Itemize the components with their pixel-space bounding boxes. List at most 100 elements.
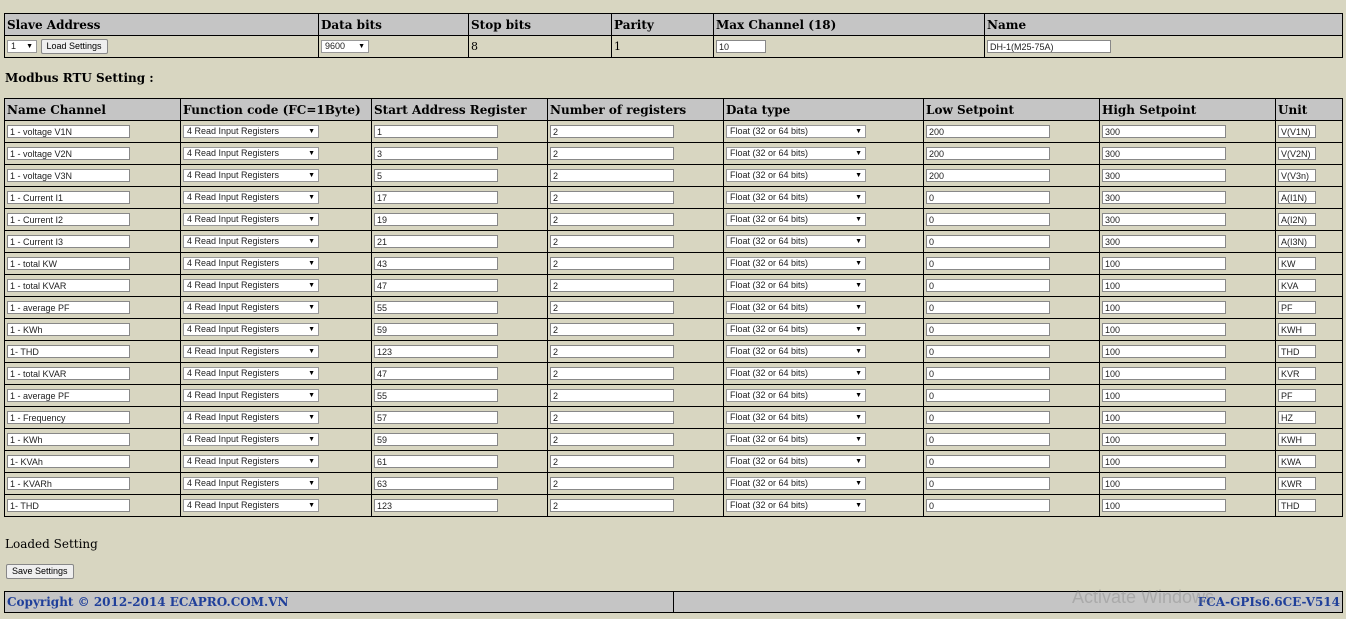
function-code-select[interactable]: 4 Read Input Registers ▼	[183, 301, 319, 315]
unit-input[interactable]	[1278, 125, 1316, 139]
high-setpoint-input[interactable]	[1102, 279, 1226, 293]
unit-input[interactable]	[1278, 301, 1316, 315]
start-address-input[interactable]	[374, 455, 498, 469]
channel-name-input[interactable]	[7, 345, 130, 359]
data-type-select[interactable]: Float (32 or 64 bits) ▼	[726, 323, 866, 337]
high-setpoint-input[interactable]	[1102, 169, 1226, 183]
channel-name-input[interactable]	[7, 257, 130, 271]
low-setpoint-input[interactable]	[926, 477, 1050, 491]
channel-name-input[interactable]	[7, 323, 130, 337]
low-setpoint-input[interactable]	[926, 455, 1050, 469]
register-count-input[interactable]	[550, 301, 674, 315]
function-code-select[interactable]: 4 Read Input Registers ▼	[183, 411, 319, 425]
start-address-input[interactable]	[374, 411, 498, 425]
register-count-input[interactable]	[550, 345, 674, 359]
high-setpoint-input[interactable]	[1102, 367, 1226, 381]
function-code-select[interactable]: 4 Read Input Registers ▼	[183, 257, 319, 271]
high-setpoint-input[interactable]	[1102, 499, 1226, 513]
unit-input[interactable]	[1278, 455, 1316, 469]
start-address-input[interactable]	[374, 191, 498, 205]
slave-address-select[interactable]: 1 ▼	[7, 40, 37, 53]
channel-name-input[interactable]	[7, 235, 130, 249]
function-code-select[interactable]: 4 Read Input Registers ▼	[183, 323, 319, 337]
register-count-input[interactable]	[550, 257, 674, 271]
low-setpoint-input[interactable]	[926, 191, 1050, 205]
function-code-select[interactable]: 4 Read Input Registers ▼	[183, 477, 319, 491]
unit-input[interactable]	[1278, 147, 1316, 161]
low-setpoint-input[interactable]	[926, 257, 1050, 271]
data-type-select[interactable]: Float (32 or 64 bits) ▼	[726, 367, 866, 381]
unit-input[interactable]	[1278, 411, 1316, 425]
data-type-select[interactable]: Float (32 or 64 bits) ▼	[726, 301, 866, 315]
high-setpoint-input[interactable]	[1102, 147, 1226, 161]
channel-name-input[interactable]	[7, 191, 130, 205]
register-count-input[interactable]	[550, 389, 674, 403]
data-type-select[interactable]: Float (32 or 64 bits) ▼	[726, 455, 866, 469]
high-setpoint-input[interactable]	[1102, 345, 1226, 359]
unit-input[interactable]	[1278, 345, 1316, 359]
register-count-input[interactable]	[550, 499, 674, 513]
unit-input[interactable]	[1278, 213, 1316, 227]
low-setpoint-input[interactable]	[926, 213, 1050, 227]
channel-name-input[interactable]	[7, 213, 130, 227]
register-count-input[interactable]	[550, 125, 674, 139]
register-count-input[interactable]	[550, 169, 674, 183]
start-address-input[interactable]	[374, 147, 498, 161]
start-address-input[interactable]	[374, 213, 498, 227]
data-type-select[interactable]: Float (32 or 64 bits) ▼	[726, 191, 866, 205]
data-type-select[interactable]: Float (32 or 64 bits) ▼	[726, 235, 866, 249]
function-code-select[interactable]: 4 Read Input Registers ▼	[183, 125, 319, 139]
unit-input[interactable]	[1278, 433, 1316, 447]
channel-name-input[interactable]	[7, 147, 130, 161]
low-setpoint-input[interactable]	[926, 499, 1050, 513]
start-address-input[interactable]	[374, 499, 498, 513]
high-setpoint-input[interactable]	[1102, 235, 1226, 249]
channel-name-input[interactable]	[7, 169, 130, 183]
channel-name-input[interactable]	[7, 411, 130, 425]
low-setpoint-input[interactable]	[926, 235, 1050, 249]
unit-input[interactable]	[1278, 279, 1316, 293]
register-count-input[interactable]	[550, 455, 674, 469]
data-type-select[interactable]: Float (32 or 64 bits) ▼	[726, 257, 866, 271]
register-count-input[interactable]	[550, 323, 674, 337]
unit-input[interactable]	[1278, 191, 1316, 205]
low-setpoint-input[interactable]	[926, 279, 1050, 293]
data-type-select[interactable]: Float (32 or 64 bits) ▼	[726, 499, 866, 513]
high-setpoint-input[interactable]	[1102, 323, 1226, 337]
register-count-input[interactable]	[550, 213, 674, 227]
function-code-select[interactable]: 4 Read Input Registers ▼	[183, 345, 319, 359]
unit-input[interactable]	[1278, 389, 1316, 403]
channel-name-input[interactable]	[7, 389, 130, 403]
start-address-input[interactable]	[374, 301, 498, 315]
data-bits-select[interactable]: 9600 ▼	[321, 40, 369, 54]
start-address-input[interactable]	[374, 477, 498, 491]
device-name-input[interactable]	[987, 40, 1111, 54]
function-code-select[interactable]: 4 Read Input Registers ▼	[183, 235, 319, 249]
start-address-input[interactable]	[374, 257, 498, 271]
data-type-select[interactable]: Float (32 or 64 bits) ▼	[726, 125, 866, 139]
high-setpoint-input[interactable]	[1102, 389, 1226, 403]
low-setpoint-input[interactable]	[926, 367, 1050, 381]
unit-input[interactable]	[1278, 323, 1316, 337]
low-setpoint-input[interactable]	[926, 345, 1050, 359]
max-channel-input[interactable]	[716, 40, 766, 54]
high-setpoint-input[interactable]	[1102, 433, 1226, 447]
unit-input[interactable]	[1278, 235, 1316, 249]
data-type-select[interactable]: Float (32 or 64 bits) ▼	[726, 411, 866, 425]
data-type-select[interactable]: Float (32 or 64 bits) ▼	[726, 147, 866, 161]
high-setpoint-input[interactable]	[1102, 455, 1226, 469]
function-code-select[interactable]: 4 Read Input Registers ▼	[183, 279, 319, 293]
data-type-select[interactable]: Float (32 or 64 bits) ▼	[726, 477, 866, 491]
start-address-input[interactable]	[374, 169, 498, 183]
save-settings-button[interactable]: Save Settings	[6, 564, 74, 579]
low-setpoint-input[interactable]	[926, 411, 1050, 425]
start-address-input[interactable]	[374, 345, 498, 359]
register-count-input[interactable]	[550, 147, 674, 161]
function-code-select[interactable]: 4 Read Input Registers ▼	[183, 455, 319, 469]
unit-input[interactable]	[1278, 477, 1316, 491]
start-address-input[interactable]	[374, 279, 498, 293]
register-count-input[interactable]	[550, 191, 674, 205]
function-code-select[interactable]: 4 Read Input Registers ▼	[183, 147, 319, 161]
channel-name-input[interactable]	[7, 279, 130, 293]
register-count-input[interactable]	[550, 433, 674, 447]
